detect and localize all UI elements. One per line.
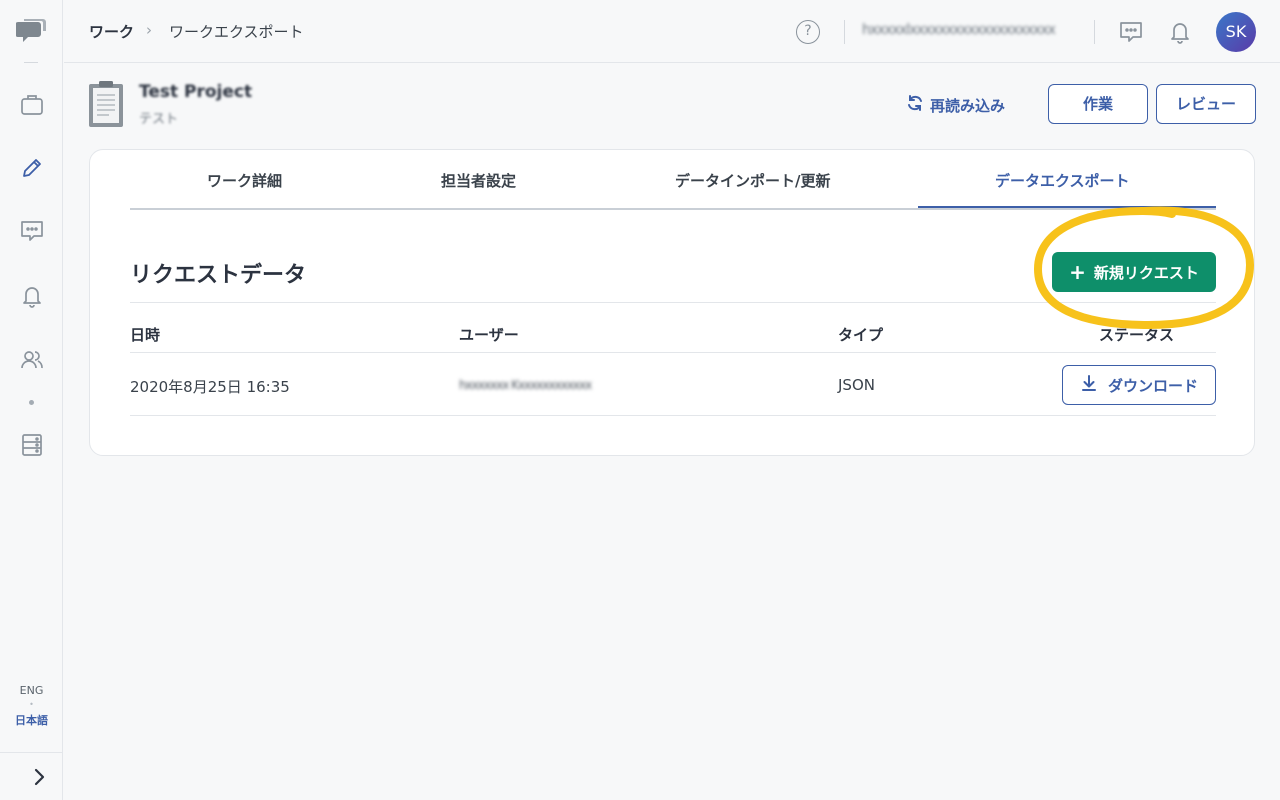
tab-work-details[interactable]: ワーク詳細 <box>207 170 282 191</box>
new-request-button[interactable]: + 新規リクエスト <box>1052 252 1216 292</box>
lang-japanese[interactable]: 日本語 <box>0 712 63 728</box>
tab-data-export[interactable]: データエクスポート <box>995 170 1130 191</box>
section-title: リクエストデータ <box>130 263 307 288</box>
pencil-icon[interactable] <box>19 155 45 181</box>
plus-icon: + <box>1069 260 1086 284</box>
tab-assignee-settings[interactable]: 担当者設定 <box>441 170 516 191</box>
chevron-right-icon[interactable] <box>30 767 50 787</box>
divider <box>844 20 845 44</box>
status-dot <box>29 400 34 405</box>
cell-datetime: 2020年8月25日 16:35 <box>130 378 290 396</box>
project-subtitle: テスト <box>139 112 179 127</box>
divider <box>24 62 38 63</box>
download-label: ダウンロード <box>1107 376 1198 395</box>
cell-user: hxxxxxxx Kxxxxxxxxxxxx <box>459 378 592 392</box>
tab-bar: ワーク詳細 担当者設定 データインポート/更新 データエクスポート <box>130 150 1216 210</box>
help-icon[interactable]: ? <box>796 20 820 44</box>
server-icon[interactable] <box>19 432 45 458</box>
reload-label: 再読み込み <box>930 96 1006 115</box>
bell-icon[interactable] <box>19 283 45 309</box>
column-header-user: ユーザー <box>459 326 519 344</box>
chat-icon[interactable] <box>1118 19 1144 45</box>
briefcase-icon[interactable] <box>19 92 45 118</box>
column-header-status: ステータス <box>1099 326 1175 344</box>
top-bar: ワーク › ワークエクスポート ? hxxxxxlxxxxxxxxxxxxxxx… <box>64 0 1280 63</box>
avatar[interactable]: SK <box>1216 12 1256 52</box>
download-button[interactable]: ダウンロード <box>1062 365 1216 405</box>
reload-button[interactable]: 再読み込み <box>906 94 1005 116</box>
breadcrumb-root[interactable]: ワーク <box>89 21 134 42</box>
tab-data-import[interactable]: データインポート/更新 <box>675 170 830 191</box>
divider <box>130 302 1216 303</box>
bell-icon[interactable] <box>1167 19 1193 45</box>
clipboard-icon <box>88 80 124 128</box>
user-email[interactable]: hxxxxxlxxxxxxxxxxxxxxxxxxxx <box>862 22 1075 42</box>
export-card: ワーク詳細 担当者設定 データインポート/更新 データエクスポート リクエストデ… <box>89 149 1255 456</box>
column-header-datetime: 日時 <box>130 326 161 344</box>
download-icon <box>1080 374 1098 396</box>
active-tab-indicator <box>918 206 1216 208</box>
cell-type: JSON <box>838 376 875 394</box>
logo-icon[interactable] <box>15 18 46 44</box>
new-request-label: 新規リクエスト <box>1093 263 1199 282</box>
chat-icon[interactable] <box>19 218 45 244</box>
divider <box>130 352 1216 353</box>
project-name: Test Project <box>139 82 253 102</box>
breadcrumb-current: ワークエクスポート <box>169 23 304 41</box>
divider <box>0 752 63 753</box>
refresh-icon <box>906 94 924 116</box>
work-button[interactable]: 作業 <box>1048 84 1148 124</box>
sidebar: ENG • 日本語 <box>0 0 63 800</box>
users-icon[interactable] <box>19 347 45 373</box>
divider <box>130 415 1216 416</box>
divider <box>1094 20 1095 44</box>
column-header-type: タイプ <box>838 326 884 344</box>
lang-eng[interactable]: ENG <box>0 684 63 697</box>
breadcrumb-separator: › <box>146 21 152 39</box>
lang-separator: • <box>29 700 34 709</box>
review-button[interactable]: レビュー <box>1156 84 1256 124</box>
